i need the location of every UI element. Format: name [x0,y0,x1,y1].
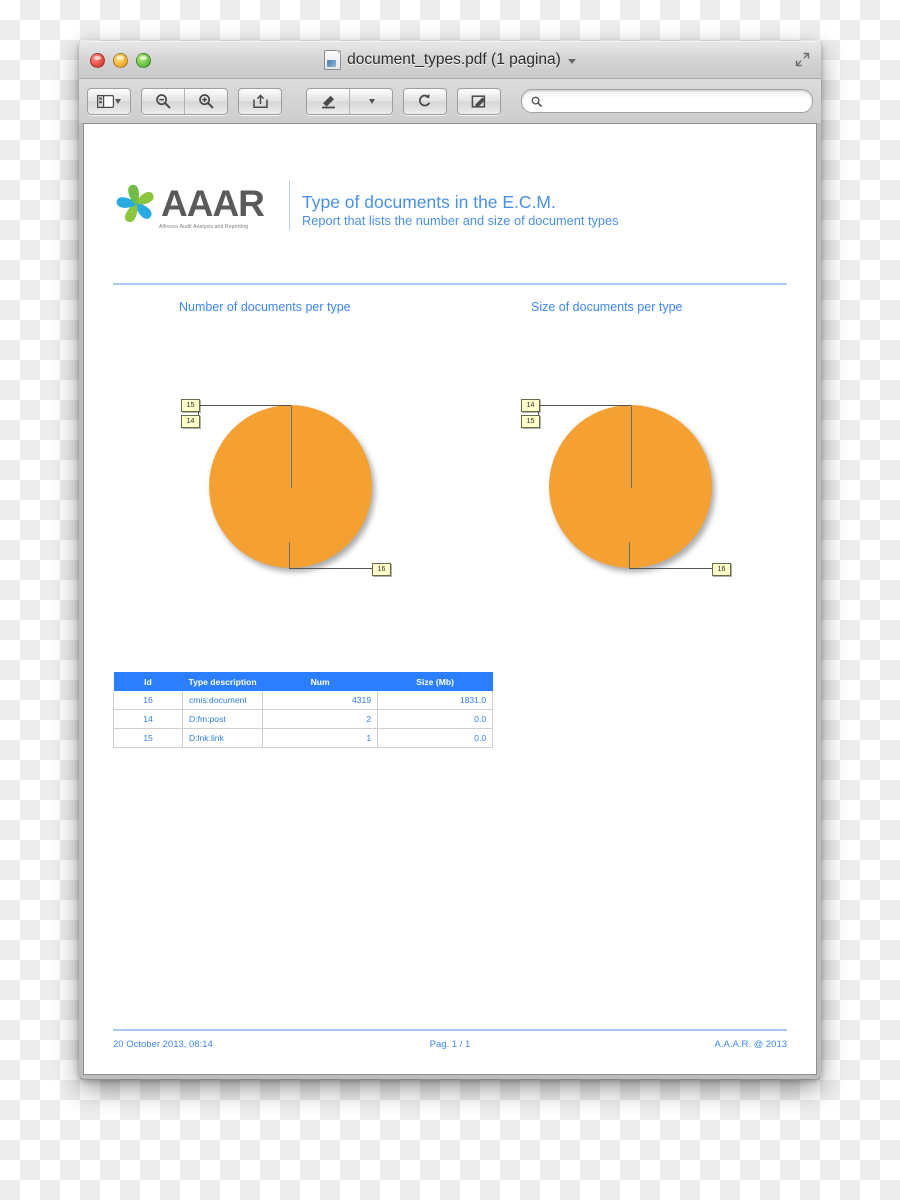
chart-title-size: Size of documents per type [531,300,683,314]
markup-edit-icon[interactable] [458,89,500,114]
highlighter-pen-icon[interactable] [307,89,349,114]
preview-window: document_types.pdf (1 pagina) AAAR Alfre… [79,41,821,1079]
footer-rule [113,1029,787,1031]
magnifier-icon [531,96,542,107]
report-footer: 20 October 2013, 08:14 Pag. 1 / 1 A.A.A.… [113,1039,787,1050]
cell-description: cmis:document [181,691,264,710]
highlight-tool-group[interactable] [306,87,393,115]
pie-slice-boundary-bottom [629,542,631,568]
sidebar-view-icon[interactable] [88,89,130,114]
cell-num: 1 [262,728,379,748]
cell-size: 1831.0 [377,691,494,710]
chevron-down-icon[interactable] [368,98,375,104]
sidebar-toggle-group[interactable] [87,87,131,115]
pie-slice-boundary-top [290,406,292,488]
markup-button[interactable] [457,87,501,115]
cell-size: 0.0 [377,728,494,748]
page-title: Type of documents in the E.C.M. [302,191,556,212]
table-row: 14 D:fm:post 2 0.0 [113,709,494,729]
pie-callout-14: 14 [521,399,540,412]
header-divider [289,181,290,230]
highlight-options-caret[interactable] [350,89,392,114]
logo-tagline: Alfresco Audit Analysis and Reporting [159,224,249,230]
cell-num: 2 [262,709,379,729]
cell-id: 14 [113,709,183,729]
column-header-size: Size (Mb) [377,672,493,691]
pie-chart-size-of-documents: 14 15 16 [509,387,739,587]
aaar-logo: AAAR Alfresco Audit Analysis and Reporti… [113,181,277,230]
footer-copyright: A.A.A.R. @ 2013 [714,1039,788,1050]
pie-callout-14: 14 [181,415,200,428]
page-subtitle: Report that lists the number and size of… [302,213,619,229]
chevron-down-icon[interactable] [567,59,576,64]
report-header: AAAR Alfresco Audit Analysis and Reporti… [113,181,787,230]
window-title: document_types.pdf (1 pagina) [347,51,561,68]
share-button[interactable] [238,87,282,115]
cell-id: 15 [113,728,183,748]
chevron-down-icon[interactable] [115,98,121,104]
column-header-num: Num [262,672,378,691]
zoom-controls-group[interactable] [141,87,228,115]
window-toolbar [79,79,821,124]
cell-description: D:lnk:link [181,728,264,748]
pie-callout-16: 16 [712,563,731,576]
rotate-button[interactable] [403,87,447,115]
footer-date: 20 October 2013, 08:14 [113,1039,213,1050]
leader-line-top [538,405,631,406]
logo-row: AAAR [113,181,277,227]
leader-line-top [198,405,291,406]
document-types-table: Id Type description Num Size (Mb) 16 cmi… [113,672,494,748]
footer-page-number: Pag. 1 / 1 [429,1039,471,1050]
pdf-page-area[interactable]: AAAR Alfresco Audit Analysis and Reporti… [79,123,821,1079]
search-input[interactable] [521,89,813,113]
cell-size: 0.0 [377,709,494,729]
window-title-group: document_types.pdf (1 pagina) [79,42,821,78]
cell-num: 4319 [262,691,379,710]
pie-callout-16: 16 [372,563,391,576]
cell-description: D:fm:post [181,709,264,729]
column-header-id: Id [113,672,183,691]
column-header-type-description: Type description [182,672,263,691]
share-icon[interactable] [239,89,281,114]
aaar-pinwheel-logo-icon [116,184,154,223]
pie-slice-boundary-bottom [289,542,291,568]
window-titlebar: document_types.pdf (1 pagina) [79,41,821,79]
leader-line-bottom [289,568,375,569]
chart-title-number: Number of documents per type [179,300,351,314]
fullscreen-arrows-icon[interactable] [794,51,811,68]
pdf-document-icon[interactable] [324,50,342,70]
table-row: 15 D:lnk:link 1 0.0 [113,728,494,748]
pie-slice-boundary-top [630,406,632,488]
table-row: 16 cmis:document 4319 1831.0 [113,691,494,710]
zoom-in-icon[interactable] [185,89,227,114]
zoom-out-icon[interactable] [142,89,184,114]
logo-wordmark: AAAR [161,182,265,224]
table-header-row: Id Type description Num Size (Mb) [113,672,493,691]
report-header-text: Type of documents in the E.C.M. Report t… [302,192,787,231]
rotate-left-icon[interactable] [404,89,446,114]
pdf-page: AAAR Alfresco Audit Analysis and Reporti… [83,123,817,1075]
pie-chart-number-of-documents: 15 14 16 [169,387,399,587]
pie-callout-15: 15 [521,415,540,428]
pie-callout-15: 15 [181,399,200,412]
leader-line-bottom [629,568,715,569]
header-rule [113,283,787,285]
cell-id: 16 [113,691,183,710]
